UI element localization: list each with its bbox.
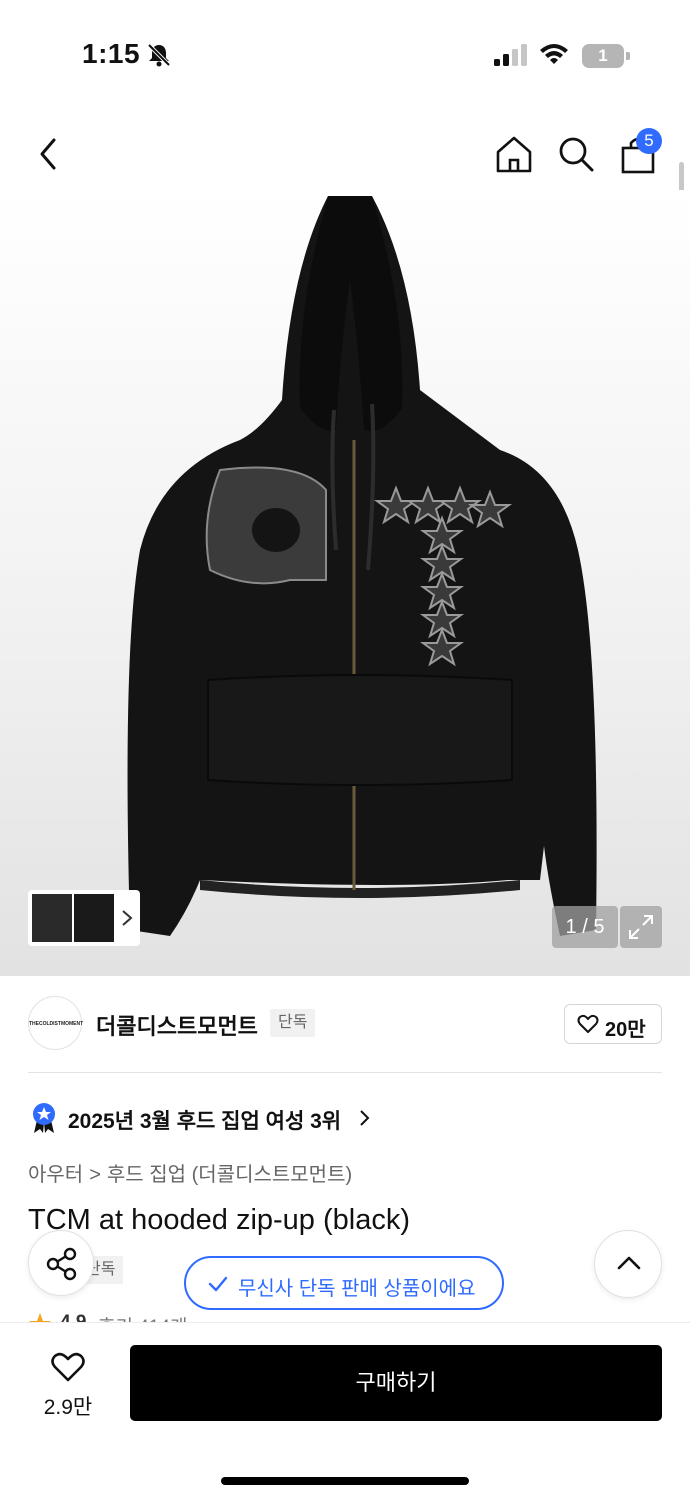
heart-icon [577, 1014, 599, 1033]
back-arrow-icon[interactable] [28, 132, 72, 176]
bell-slash-icon [147, 43, 171, 67]
battery-indicator: 1 [582, 44, 630, 68]
thumbnail-front[interactable] [32, 894, 72, 942]
chevron-up-icon [617, 1256, 641, 1270]
product-title: TCM at hooded zip-up (black) [28, 1204, 410, 1236]
rank-badge-icon [33, 1103, 55, 1133]
share-button[interactable] [28, 1230, 94, 1296]
breadcrumb-separator: > [89, 1164, 101, 1186]
wishlist-count: 2.9만 [43, 1396, 93, 1419]
brand-logo[interactable]: THECOLDISTMOMENT [28, 996, 83, 1050]
cellular-signal-icon [494, 44, 527, 66]
breadcrumb: 아우터 > 후드 집업 (더콜디스트모먼트) [28, 1158, 352, 1187]
brand-exclusive-tag: 단독 [270, 1009, 316, 1037]
exclusive-notice-text: 무신사 단독 판매 상품이에요 [238, 1278, 476, 1300]
brand-like-count: 20만 [605, 1019, 646, 1041]
image-page-indicator: 1 / 5 [552, 906, 618, 948]
chevron-right-icon[interactable] [120, 906, 134, 930]
battery-tip [626, 52, 630, 60]
divider [28, 1072, 662, 1073]
cart-count-badge: 5 [636, 128, 662, 154]
ranking-link[interactable]: 2025년 3월 후드 집업 여성 3위 [30, 1100, 410, 1136]
brand-name[interactable]: 더콜디스트모먼트 [96, 1009, 258, 1041]
thumbnail-strip[interactable] [28, 890, 140, 946]
battery-level: 1 [582, 44, 624, 68]
breadcrumb-subcategory[interactable]: 후드 집업 (더콜디스트모먼트) [107, 1158, 352, 1187]
expand-image-button[interactable] [620, 906, 662, 948]
top-nav: 5 [0, 120, 690, 190]
expand-icon [629, 915, 653, 939]
search-icon[interactable] [554, 132, 598, 176]
product-image-gallery[interactable]: 1 / 5 [0, 190, 690, 976]
thumbnail-back[interactable] [74, 894, 114, 942]
scroll-to-top-button[interactable] [594, 1230, 662, 1298]
brand-like-button[interactable]: 20만 [564, 1004, 662, 1044]
wifi-icon [540, 44, 568, 64]
home-icon[interactable] [492, 132, 536, 176]
chevron-right-icon [360, 1110, 370, 1126]
home-indicator [221, 1477, 469, 1485]
bottom-action-bar: 2.9만 구매하기 [0, 1322, 690, 1500]
status-time: 1:15 [82, 38, 141, 69]
check-icon [208, 1276, 228, 1292]
buy-button[interactable]: 구매하기 [130, 1345, 662, 1421]
wishlist-heart-icon[interactable] [50, 1351, 86, 1383]
status-bar: 1:15 1 [0, 0, 690, 110]
brand-row: THECOLDISTMOMENT 더콜디스트모먼트 단독 20만 [28, 996, 662, 1052]
share-icon [46, 1247, 77, 1281]
breadcrumb-category[interactable]: 아우터 [28, 1158, 83, 1187]
ranking-text: 2025년 3월 후드 집업 여성 3위 [68, 1110, 342, 1133]
product-image-hoodie [127, 196, 597, 936]
exclusive-notice-pill: 무신사 단독 판매 상품이에요 [184, 1256, 504, 1310]
